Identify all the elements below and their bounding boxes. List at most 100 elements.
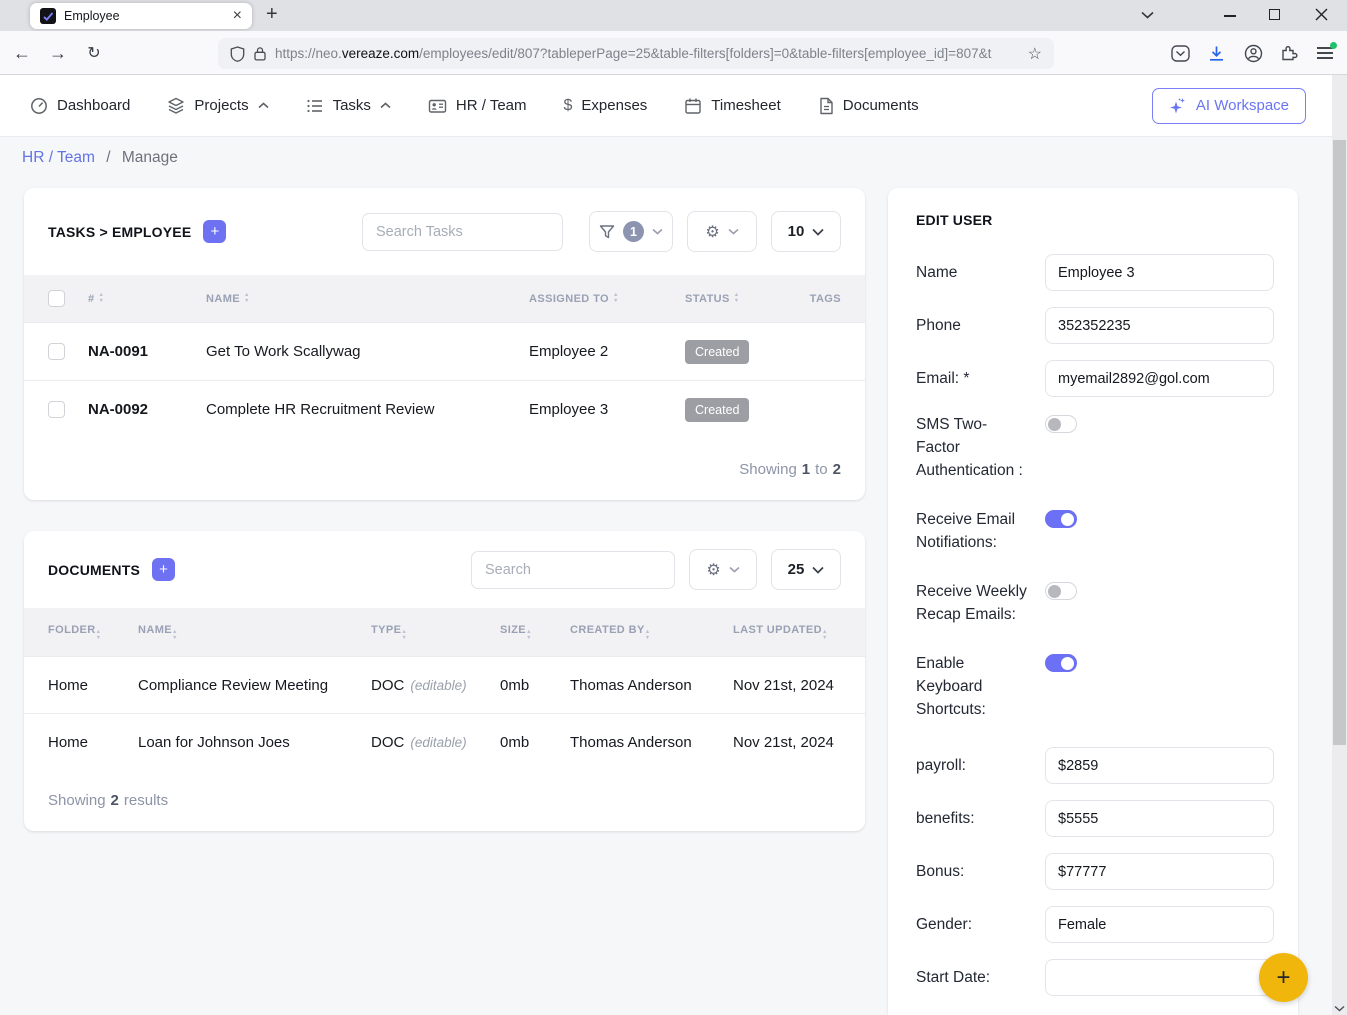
form-row-phone: Phone xyxy=(916,307,1274,344)
documents-card-title: DOCUMENTS xyxy=(48,562,140,578)
row-checkbox[interactable] xyxy=(48,401,65,418)
reload-button[interactable]: ↻ xyxy=(80,31,108,75)
field-label: benefits: xyxy=(916,807,1028,830)
tasks-search-input[interactable] xyxy=(362,213,563,251)
field-label: SMS Two-Factor Authentication : xyxy=(916,413,1028,482)
scroll-down-arrow-icon[interactable] xyxy=(1334,1005,1345,1012)
phone-field[interactable] xyxy=(1045,307,1274,344)
extensions-puzzle-icon[interactable] xyxy=(1277,31,1301,75)
email-notifications-toggle[interactable] xyxy=(1045,510,1077,528)
column-header-type[interactable]: TYPE▲▼ xyxy=(371,624,500,641)
pocket-icon[interactable] xyxy=(1168,31,1192,75)
tasks-filter-button[interactable]: 1 xyxy=(589,211,673,252)
nav-item-documents[interactable]: Documents xyxy=(818,97,919,115)
task-id: NA-0092 xyxy=(88,401,206,418)
gear-icon: ⚙ xyxy=(706,560,720,580)
tab-list-chevron-icon[interactable] xyxy=(1141,11,1154,19)
url-bar[interactable]: https://neo.vereaze.com/employees/edit/8… xyxy=(218,38,1054,69)
name-field[interactable] xyxy=(1045,254,1274,291)
column-header-id[interactable]: #▲▼ xyxy=(88,293,206,305)
weekly-recap-toggle[interactable] xyxy=(1045,582,1077,600)
table-row[interactable]: NA-0092 Complete HR Recruitment Review E… xyxy=(24,380,865,438)
table-row[interactable]: NA-0091 Get To Work Scallywag Employee 2… xyxy=(24,322,865,380)
nav-item-projects[interactable]: Projects xyxy=(167,97,268,115)
sms-2fa-toggle[interactable] xyxy=(1045,415,1077,433)
column-header-status[interactable]: STATUS▲▼ xyxy=(685,293,795,305)
breadcrumb: HR / Team / Manage xyxy=(22,149,178,167)
menu-hamburger-icon[interactable] xyxy=(1313,31,1337,75)
add-document-button[interactable]: + xyxy=(152,558,175,581)
payroll-field[interactable] xyxy=(1045,747,1274,784)
new-tab-button[interactable]: + xyxy=(266,3,278,26)
column-header-name[interactable]: NAME▲▼ xyxy=(206,293,529,305)
documents-search-input[interactable] xyxy=(471,551,675,589)
scrollbar-thumb[interactable] xyxy=(1333,140,1346,745)
scroll-up-arrow-icon[interactable] xyxy=(1334,80,1345,87)
field-label: Receive Weekly Recap Emails: xyxy=(916,580,1028,626)
keyboard-shortcuts-toggle[interactable] xyxy=(1045,654,1077,672)
nav-item-hr-team[interactable]: HR / Team xyxy=(428,97,527,115)
window-close-button[interactable] xyxy=(1315,8,1328,21)
table-row[interactable]: Home Loan for Johnson Joes DOC(editable)… xyxy=(24,713,865,770)
form-row-gender: Gender: xyxy=(916,906,1274,943)
gender-field[interactable] xyxy=(1045,906,1274,943)
chevron-down-icon xyxy=(728,228,739,235)
browser-tab[interactable]: Employee × xyxy=(30,3,252,29)
app-favicon-icon xyxy=(40,8,56,24)
forward-button[interactable]: → xyxy=(44,31,72,75)
documents-table-header: FOLDER▲▼ NAME▲▼ TYPE▲▼ SIZE▲▼ CREATED BY… xyxy=(24,608,865,656)
back-button[interactable]: ← xyxy=(8,31,36,75)
sort-icon: ▲▼ xyxy=(526,630,532,641)
window-maximize-button[interactable] xyxy=(1269,9,1280,20)
browser-titlebar: Employee × + xyxy=(0,0,1347,31)
breadcrumb-link[interactable]: HR / Team xyxy=(22,149,95,166)
tasks-settings-button[interactable]: ⚙ xyxy=(687,211,757,252)
column-header-created-by[interactable]: CREATED BY▲▼ xyxy=(570,624,733,641)
form-row-bonus: Bonus: xyxy=(916,853,1274,890)
documents-settings-button[interactable]: ⚙ xyxy=(689,549,757,590)
tasks-page-size-select[interactable]: 10 xyxy=(771,211,841,252)
tracking-shield-icon[interactable] xyxy=(230,46,245,62)
email-field[interactable] xyxy=(1045,360,1274,397)
nav-item-timesheet[interactable]: Timesheet xyxy=(684,97,780,115)
sort-icon: ▲▼ xyxy=(96,630,102,641)
dashboard-gauge-icon xyxy=(30,97,48,115)
page-scrollbar[interactable] xyxy=(1332,75,1347,1015)
column-header-last-updated[interactable]: LAST UPDATED▲▼ xyxy=(733,624,841,641)
window-minimize-button[interactable] xyxy=(1224,15,1236,17)
bonus-field[interactable] xyxy=(1045,853,1274,890)
start-date-field[interactable] xyxy=(1045,959,1274,996)
account-icon[interactable] xyxy=(1241,31,1265,75)
lock-icon[interactable] xyxy=(254,46,266,61)
downloads-icon[interactable] xyxy=(1204,31,1228,75)
column-header-folder[interactable]: FOLDER▲▼ xyxy=(48,624,138,641)
column-header-name[interactable]: NAME▲▼ xyxy=(138,624,371,641)
tasks-card: TASKS > EMPLOYEE + 1 ⚙ 10 #▲▼ N xyxy=(24,188,865,500)
documents-pagination-summary: Showing 2 results xyxy=(24,770,865,831)
benefits-field[interactable] xyxy=(1045,800,1274,837)
table-row[interactable]: Home Compliance Review Meeting DOC(edita… xyxy=(24,656,865,713)
floating-add-button[interactable]: + xyxy=(1259,953,1308,1002)
sort-icon: ▲▼ xyxy=(613,293,619,304)
documents-page-size-select[interactable]: 25 xyxy=(771,549,841,590)
select-all-checkbox[interactable] xyxy=(48,290,65,307)
column-header-assigned-to[interactable]: ASSIGNED TO▲▼ xyxy=(529,293,685,305)
nav-item-dashboard[interactable]: Dashboard xyxy=(30,97,130,115)
row-checkbox[interactable] xyxy=(48,343,65,360)
sparkles-icon xyxy=(1169,97,1187,115)
nav-item-expenses[interactable]: $ Expenses xyxy=(564,97,648,115)
breadcrumb-separator: / xyxy=(106,149,110,166)
status-badge: Created xyxy=(685,340,749,364)
doc-created-by: Thomas Anderson xyxy=(570,734,733,751)
sort-icon: ▲▼ xyxy=(172,630,178,641)
ai-workspace-button[interactable]: AI Workspace xyxy=(1152,88,1306,124)
task-id: NA-0091 xyxy=(88,343,206,360)
sort-icon: ▲▼ xyxy=(734,293,740,304)
doc-last-updated: Nov 21st, 2024 xyxy=(733,734,841,751)
nav-item-tasks[interactable]: Tasks xyxy=(306,97,391,115)
column-header-tags[interactable]: TAGS xyxy=(795,293,865,305)
add-task-button[interactable]: + xyxy=(203,220,226,243)
column-header-size[interactable]: SIZE▲▼ xyxy=(500,624,570,641)
tab-close-icon[interactable]: × xyxy=(233,8,242,24)
bookmark-star-icon[interactable]: ☆ xyxy=(1028,44,1042,64)
